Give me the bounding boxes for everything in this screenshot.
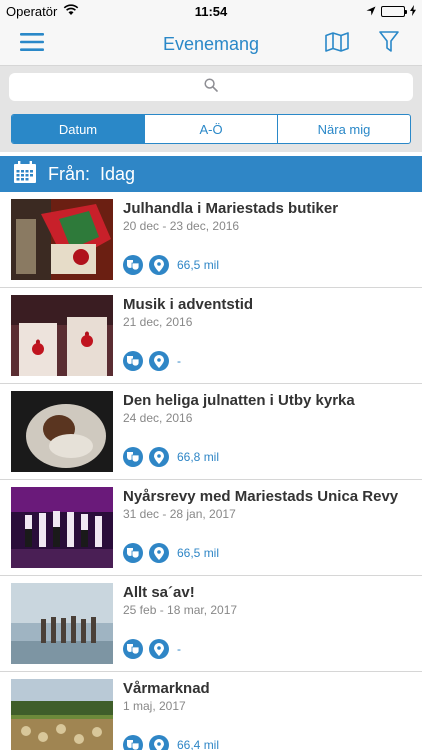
map-button[interactable]	[320, 28, 354, 60]
event-thumbnail	[11, 679, 113, 750]
event-row[interactable]: Den heliga julnatten i Utby kyrka 24 dec…	[0, 384, 422, 480]
event-distance: -	[177, 354, 181, 368]
status-right	[366, 4, 416, 19]
event-thumbnail	[11, 487, 113, 568]
event-meta: 66,8 mil	[123, 447, 219, 467]
filter-icon	[379, 30, 399, 58]
event-meta: -	[123, 351, 181, 371]
calendar-icon	[14, 160, 36, 188]
event-title: Musik i adventstid	[123, 296, 254, 313]
segment-a-o[interactable]: A-Ö	[144, 115, 277, 143]
location-pin-icon	[149, 255, 169, 275]
event-distance: 66,5 mil	[177, 546, 220, 560]
event-list: Julhandla i Mariestads butiker 20 dec - …	[0, 192, 422, 750]
event-date: 20 dec - 23 dec, 2016	[123, 219, 240, 233]
location-pin-icon	[149, 735, 169, 750]
event-thumbnail	[11, 583, 113, 664]
event-date: 21 dec, 2016	[123, 315, 193, 329]
sort-segmented-control: Datum A-Ö Nära mig	[11, 114, 411, 144]
event-title: Den heliga julnatten i Utby kyrka	[123, 392, 355, 409]
event-thumbnail	[11, 391, 113, 472]
event-title: Julhandla i Mariestads butiker	[123, 200, 339, 217]
page-title: Evenemang	[162, 34, 260, 54]
theater-masks-icon	[123, 735, 143, 750]
event-date: 25 feb - 18 mar, 2017	[123, 603, 238, 617]
date-filter-value: Idag	[100, 163, 136, 184]
date-filter-label: Från:	[48, 163, 91, 184]
theater-masks-icon	[123, 447, 143, 467]
event-distance: -	[177, 642, 181, 656]
location-pin-icon	[149, 351, 169, 371]
event-date: 31 dec - 28 jan, 2017	[123, 507, 236, 521]
map-icon	[325, 31, 349, 57]
event-meta: 66,4 mil	[123, 735, 219, 750]
event-thumbnail	[11, 295, 113, 376]
event-title: Nyårsrevy med Mariestads Unica Revy	[123, 488, 399, 505]
location-pin-icon	[149, 543, 169, 563]
date-filter-bar[interactable]: Från: Idag	[0, 156, 422, 192]
search-icon	[204, 77, 218, 97]
event-thumbnail	[11, 199, 113, 280]
event-date: 1 maj, 2017	[123, 699, 186, 713]
segment-nara-mig[interactable]: Nära mig	[277, 115, 410, 143]
event-row[interactable]: Julhandla i Mariestads butiker 20 dec - …	[0, 192, 422, 288]
theater-masks-icon	[123, 639, 143, 659]
event-meta: -	[123, 639, 181, 659]
segment-datum[interactable]: Datum	[12, 115, 144, 143]
theater-masks-icon	[123, 543, 143, 563]
status-bar: Operatör 11:54	[0, 0, 422, 22]
event-distance: 66,5 mil	[177, 258, 220, 272]
event-row[interactable]: Nyårsrevy med Mariestads Unica Revy 31 d…	[0, 480, 422, 576]
theater-masks-icon	[123, 255, 143, 275]
theater-masks-icon	[123, 351, 143, 371]
event-date: 24 dec, 2016	[123, 411, 193, 425]
charging-icon	[410, 4, 416, 19]
battery-icon	[381, 6, 407, 17]
search-bar-container	[0, 66, 422, 108]
navigation-bar: Evenemang	[0, 22, 422, 66]
event-distance: 66,4 mil	[177, 738, 220, 750]
event-row[interactable]: Allt sa´av! 25 feb - 18 mar, 2017 -	[0, 576, 422, 672]
location-arrow-icon	[366, 4, 376, 19]
event-meta: 66,5 mil	[123, 543, 219, 563]
status-time: 11:54	[194, 4, 228, 19]
sort-control-container: Datum A-Ö Nära mig	[0, 108, 422, 152]
event-row[interactable]: Vårmarknad 1 maj, 2017 66,4 mil	[0, 672, 422, 750]
event-title: Vårmarknad	[123, 680, 210, 697]
search-input[interactable]	[9, 73, 413, 101]
location-pin-icon	[149, 447, 169, 467]
event-row[interactable]: Musik i adventstid 21 dec, 2016 -	[0, 288, 422, 384]
event-distance: 66,8 mil	[177, 450, 220, 464]
filter-button[interactable]	[372, 28, 406, 60]
location-pin-icon	[149, 639, 169, 659]
event-meta: 66,5 mil	[123, 255, 219, 275]
event-title: Allt sa´av!	[123, 584, 195, 601]
